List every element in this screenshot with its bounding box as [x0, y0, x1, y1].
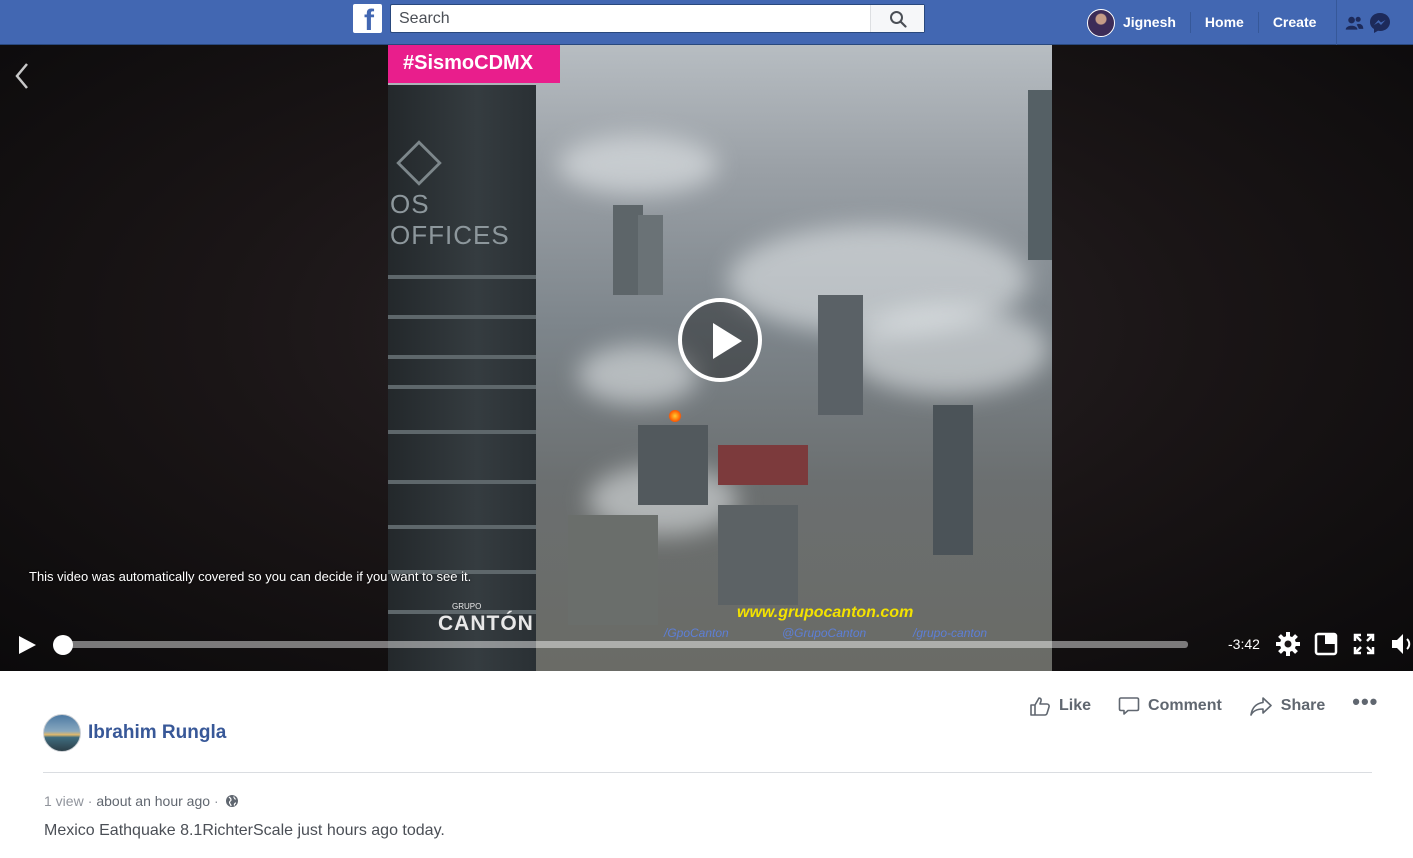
share-arrow-icon	[1249, 697, 1272, 716]
time-remaining: -3:42	[1228, 636, 1260, 652]
top-navigation-bar: f Jignesh Home Create	[0, 0, 1413, 45]
center-play-button[interactable]	[678, 298, 762, 382]
view-count: 1 view	[44, 793, 84, 809]
thumbs-up-icon	[1030, 697, 1050, 716]
meta-separator: ·	[214, 793, 219, 809]
play-icon[interactable]	[19, 636, 36, 654]
messenger-icon	[1370, 12, 1391, 33]
post-author: Ibrahim Rungla	[43, 714, 226, 752]
meta-separator: ·	[87, 793, 93, 809]
fire-glow	[668, 410, 682, 422]
more-options-button[interactable]: •••	[1352, 691, 1378, 713]
post-timestamp[interactable]: about an hour ago	[96, 793, 210, 809]
user-avatar	[1087, 8, 1115, 37]
comment-icon	[1118, 697, 1140, 715]
post-meta: 1 view · about an hour ago ·	[44, 793, 239, 809]
watermark-url: www.grupocanton.com	[737, 604, 914, 621]
share-button[interactable]: Share	[1249, 695, 1325, 717]
friends-icon	[1346, 16, 1364, 30]
profile-link[interactable]: Jignesh	[1085, 0, 1190, 45]
comment-button[interactable]: Comment	[1118, 695, 1222, 717]
home-link[interactable]: Home	[1189, 12, 1258, 33]
volume-icon[interactable]	[1390, 631, 1413, 657]
post-divider	[43, 772, 1372, 773]
comment-label: Comment	[1148, 697, 1222, 714]
search-input[interactable]	[391, 5, 871, 32]
video-hashtag-overlay: #SismoCDMX	[388, 45, 560, 83]
nav-right-group: Jignesh Home Create	[1085, 0, 1392, 45]
search-icon	[890, 11, 907, 28]
fullscreen-icon[interactable]	[1351, 631, 1377, 657]
author-avatar[interactable]	[43, 714, 81, 752]
like-button[interactable]: Like	[1029, 695, 1091, 717]
create-link[interactable]: Create	[1257, 12, 1331, 33]
progress-handle[interactable]	[53, 635, 73, 655]
watermark-brand-small: GRUPO	[452, 602, 482, 611]
offices-sign-text: OS OFFICES	[390, 189, 510, 250]
video-player[interactable]: OS OFFICES #SismoCDMX GRUPO CANTÓN www.g…	[0, 45, 1413, 671]
facebook-logo-icon[interactable]: f	[353, 4, 382, 33]
popout-icon[interactable]	[1313, 631, 1339, 657]
video-controls: -3:42	[0, 621, 1413, 671]
author-name-link[interactable]: Ibrahim Rungla	[88, 722, 226, 744]
post-actions: Like Comment Share •••	[1029, 691, 1378, 718]
video-cover-notice: This video was automatically covered so …	[29, 569, 472, 584]
back-button[interactable]	[14, 62, 30, 95]
share-label: Share	[1280, 697, 1326, 714]
back-chevron-icon	[15, 63, 28, 89]
search-button[interactable]	[870, 5, 924, 32]
like-label: Like	[1059, 697, 1092, 714]
messenger-button[interactable]	[1364, 0, 1392, 45]
friend-requests-button[interactable]	[1336, 0, 1364, 45]
profile-name: Jignesh	[1123, 14, 1176, 30]
globe-icon[interactable]	[225, 794, 239, 808]
progress-bar[interactable]	[53, 635, 1188, 655]
search-box	[390, 4, 925, 33]
post-caption: Mexico Eathquake 8.1RichterScale just ho…	[44, 822, 445, 839]
settings-gear-icon[interactable]	[1275, 631, 1301, 657]
